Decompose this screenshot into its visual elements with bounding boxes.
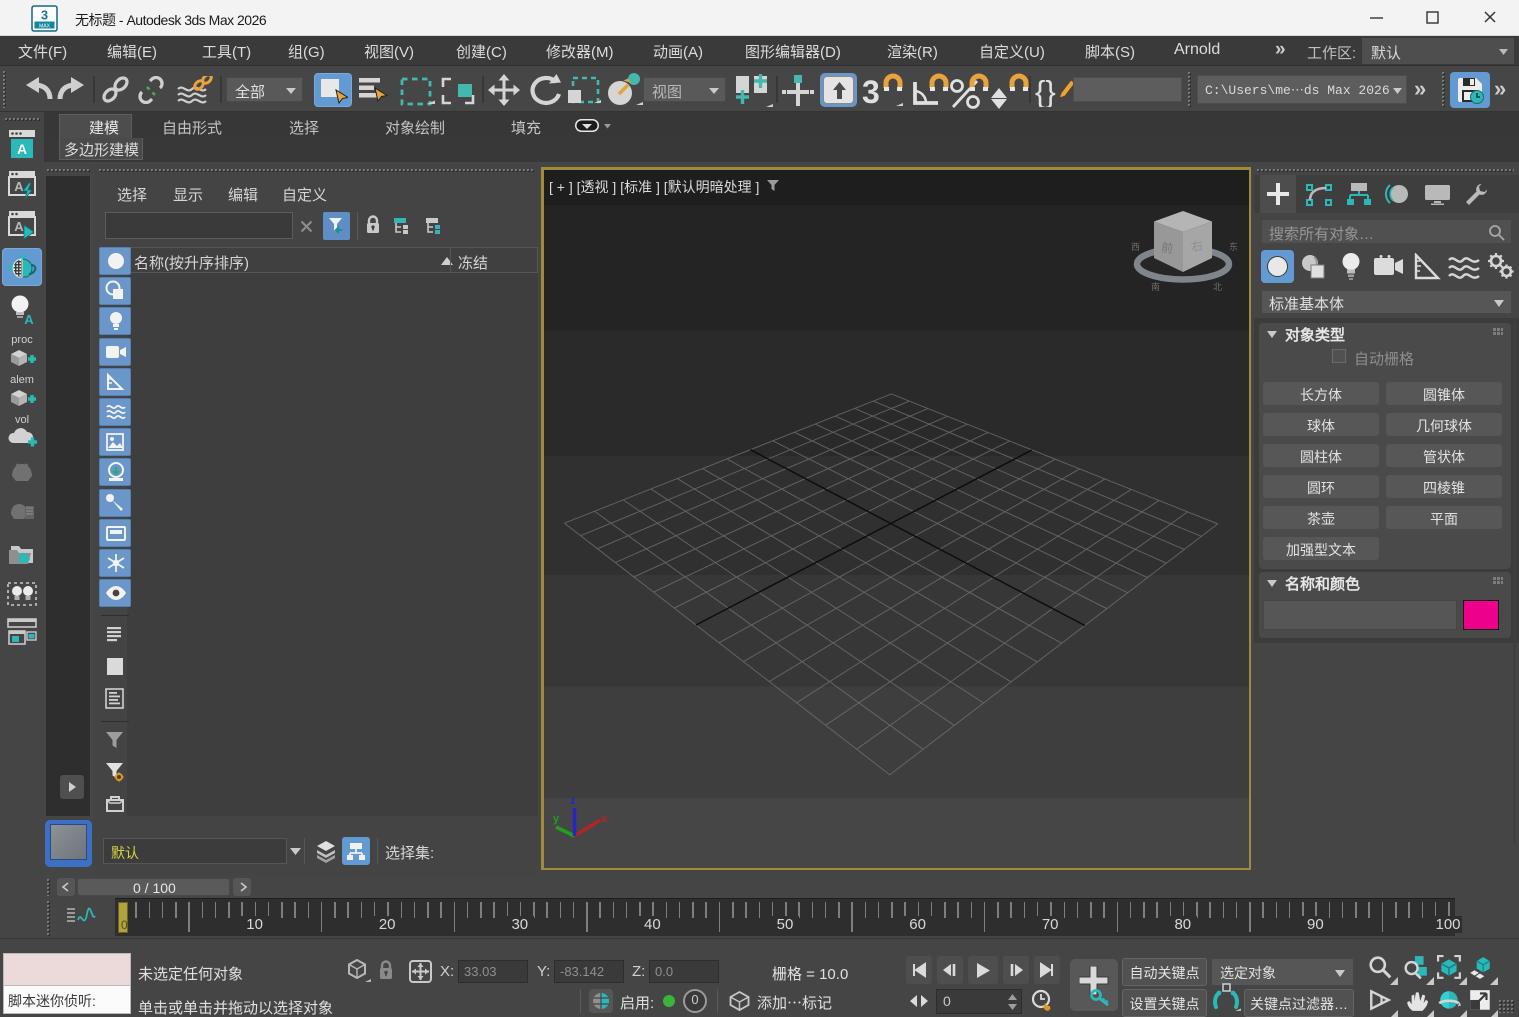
svg-text:{}: {} [1035, 74, 1056, 107]
svg-text:西: 西 [1131, 242, 1140, 252]
svg-text:z: z [570, 795, 576, 807]
svg-text:东: 东 [1229, 241, 1238, 252]
svg-text:3: 3 [41, 8, 48, 23]
svg-text:A: A [14, 219, 24, 234]
svg-text:A: A [17, 141, 27, 157]
svg-text:南: 南 [1151, 281, 1160, 292]
svg-text:MAX: MAX [39, 24, 51, 30]
svg-text:x: x [601, 813, 608, 825]
svg-text:右: 右 [1190, 237, 1204, 254]
svg-text:A: A [14, 179, 24, 194]
svg-text:前: 前 [1160, 239, 1174, 256]
svg-text:A: A [24, 312, 34, 326]
svg-text:y: y [553, 813, 560, 825]
svg-text:北: 北 [1213, 282, 1222, 292]
svg-text:3: 3 [862, 74, 880, 109]
